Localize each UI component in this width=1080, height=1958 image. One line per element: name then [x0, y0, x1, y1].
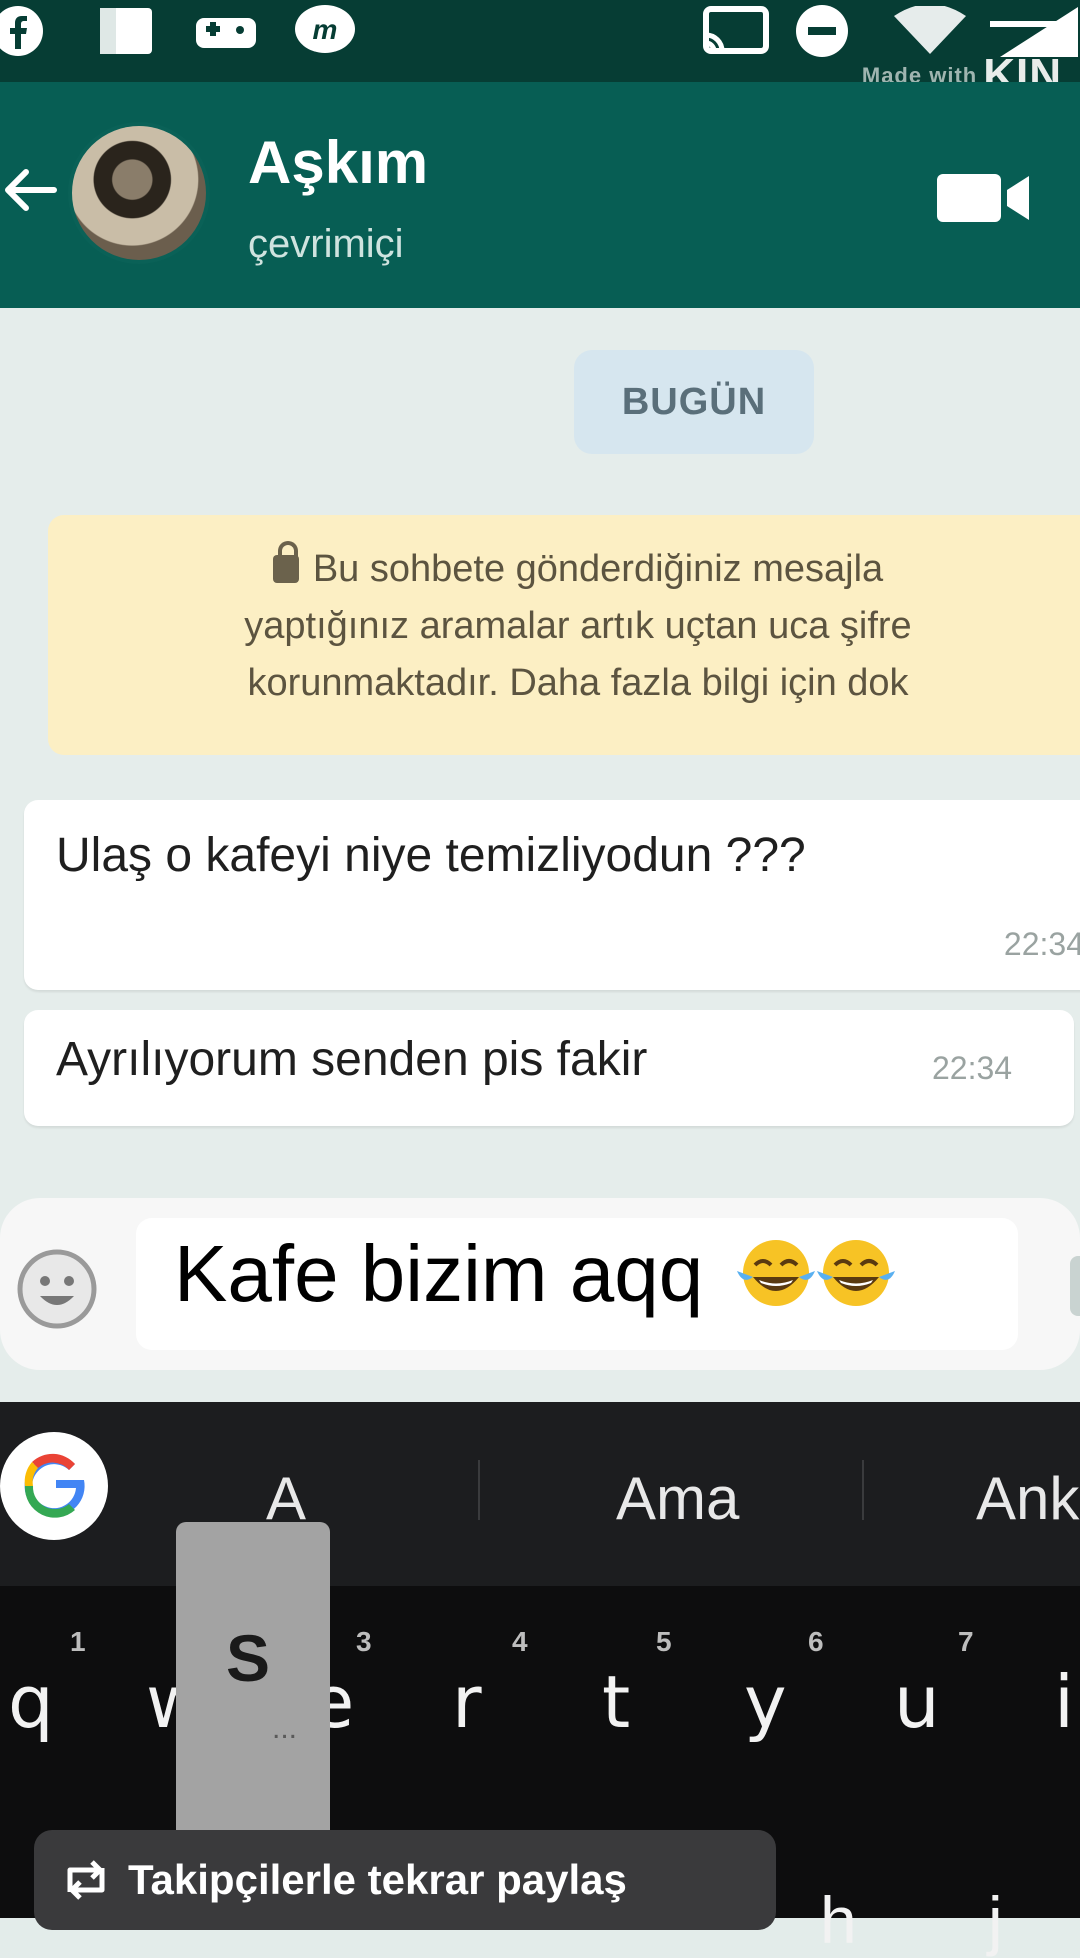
key-r[interactable]: r	[452, 1660, 482, 1744]
repost-toast[interactable]: Takipçilerle tekrar paylaş	[34, 1830, 776, 1930]
key-preview-letter: S	[226, 1621, 271, 1695]
repost-label: Takipçilerle tekrar paylaş	[128, 1856, 627, 1903]
input-edge	[1070, 1256, 1080, 1316]
google-icon[interactable]	[0, 1432, 108, 1540]
suggestion-3[interactable]: Ank	[976, 1464, 1079, 1533]
repost-icon	[67, 1860, 105, 1900]
game-icon	[194, 6, 258, 56]
suggestion-divider	[862, 1460, 864, 1520]
key-number: 3	[356, 1626, 372, 1657]
key-i[interactable]: i	[1054, 1660, 1074, 1744]
encryption-notice-line3: korunmaktadır. Daha fazla bilgi için dok	[247, 662, 909, 704]
wifi-icon	[890, 6, 970, 56]
suggestion-divider	[478, 1460, 480, 1520]
key-number: 4	[512, 1626, 528, 1657]
key-number: 6	[808, 1626, 824, 1657]
encryption-notice[interactable]: Bu sohbete gönderdiğiniz mesajla yaptığı…	[48, 515, 1080, 755]
laughing-tears-emoji-icon	[737, 1240, 816, 1306]
key-number: 5	[656, 1626, 672, 1657]
keyboard-suggestion-bar	[0, 1402, 1080, 1586]
key-y[interactable]: y	[744, 1660, 787, 1744]
suggestion-2[interactable]: Ama	[616, 1464, 739, 1533]
key-h[interactable]: h	[820, 1882, 857, 1958]
key-number: 7	[958, 1626, 974, 1657]
contact-name[interactable]: Aşkım	[248, 128, 428, 197]
encryption-notice-line2: yaptığınız aramalar artık uçtan uca şifr…	[244, 605, 912, 647]
avatar[interactable]	[68, 122, 210, 264]
messenger-icon: m	[292, 5, 358, 56]
back-arrow-icon[interactable]	[0, 160, 60, 230]
message-time: 22:34	[1003, 926, 1080, 962]
dnd-icon	[792, 5, 852, 57]
encryption-notice-text-1: Bu sohbete gönderdiğiniz mesajla	[312, 548, 884, 590]
laughing-tears-emoji-icon	[817, 1240, 896, 1306]
caption-text: Kafe bizim aqq	[174, 1229, 704, 1318]
caption-text-line: Kafe bizim aqq	[174, 1228, 899, 1320]
signal-icon	[990, 6, 1080, 57]
contact-status: çevrimiçi	[248, 222, 404, 266]
svg-text:m: m	[313, 14, 338, 45]
key-t[interactable]: t	[602, 1660, 630, 1744]
message-time: 22:34	[932, 1050, 1013, 1086]
message-bubble[interactable]: Ayrılıyorum senden pis fakir 22:34	[24, 1010, 1074, 1126]
video-call-icon[interactable]	[935, 170, 1035, 226]
facebook-icon	[0, 6, 46, 56]
key-number: 1	[70, 1626, 86, 1657]
message-text: Ulaş o kafeyi niye temizliyodun ???	[56, 829, 806, 882]
key-q[interactable]: q	[8, 1660, 54, 1744]
message-text: Ayrılıyorum senden pis fakir	[56, 1033, 648, 1086]
key-u[interactable]: u	[894, 1660, 940, 1744]
message-bubble[interactable]: Ulaş o kafeyi niye temizliyodun ??? 22:3…	[24, 800, 1080, 990]
cast-icon	[698, 6, 772, 56]
encryption-notice-line1: Bu sohbete gönderdiğiniz mesajla	[48, 541, 1080, 598]
lock-icon	[272, 541, 299, 583]
notification-icon	[96, 6, 156, 56]
key-preview-more: ...	[272, 1712, 298, 1745]
emoji-button-icon[interactable]	[16, 1248, 98, 1330]
key-j[interactable]: j	[988, 1882, 1003, 1958]
date-chip: BUGÜN	[574, 350, 814, 454]
